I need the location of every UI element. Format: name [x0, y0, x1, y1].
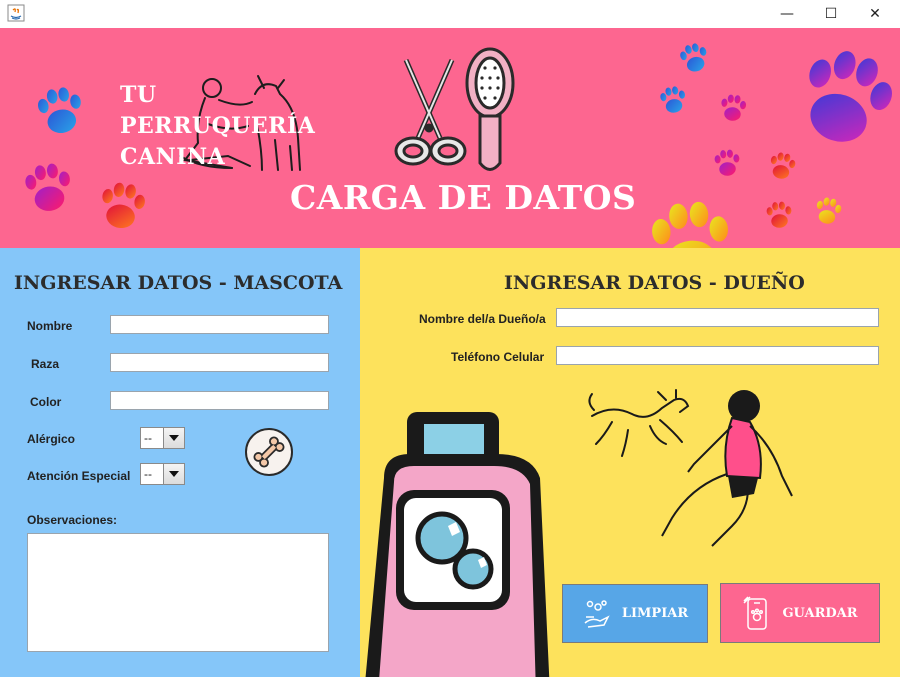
color-label: Color — [30, 395, 62, 409]
color-input[interactable] — [110, 391, 329, 410]
header-banner: TU PERRUQUERÍA CANINA CARGA DE DATOS — [0, 28, 900, 248]
phone-input[interactable] — [556, 346, 879, 365]
raza-input[interactable] — [110, 353, 329, 372]
owner-name-label: Nombre del/a Dueño/a — [419, 312, 546, 326]
close-button[interactable]: ✕ — [852, 0, 898, 28]
pet-section-heading: INGRESAR DATOS - MASCOTA — [14, 272, 343, 294]
owner-name-input[interactable] — [556, 308, 879, 327]
bone-button[interactable] — [245, 428, 293, 476]
owner-section-heading: INGRESAR DATOS - DUEÑO — [504, 272, 805, 294]
shampoo-bottle-illustration — [365, 412, 550, 677]
observaciones-label: Observaciones: — [27, 513, 118, 527]
nombre-label: Nombre — [27, 319, 73, 333]
brand-name: TU PERRUQUERÍA CANINA — [120, 80, 315, 173]
alergico-label: Alérgico — [27, 432, 76, 446]
bone-icon — [253, 436, 285, 468]
save-button-label: GUARDAR — [782, 605, 858, 621]
alergico-select[interactable]: -- — [140, 427, 185, 449]
phone-paw-icon — [743, 596, 768, 630]
observaciones-textarea[interactable] — [27, 533, 329, 652]
brush-icon — [465, 47, 515, 171]
clear-button[interactable]: LIMPIAR — [562, 584, 708, 643]
page-title: CARGA DE DATOS — [290, 178, 637, 217]
maximize-button[interactable]: ☐ — [808, 0, 854, 28]
scissors-icon — [394, 59, 467, 166]
save-button[interactable]: GUARDAR — [720, 583, 880, 643]
minimize-button[interactable]: — — [764, 0, 810, 28]
girl-with-dog-illustration — [588, 389, 793, 547]
brand-line-3: CANINA — [120, 144, 226, 170]
owner-data-panel: INGRESAR DATOS - DUEÑO Nombre del/a Dueñ… — [360, 248, 900, 677]
clear-button-label: LIMPIAR — [621, 606, 689, 621]
cleaning-hand-icon — [584, 599, 610, 628]
pet-data-panel: INGRESAR DATOS - MASCOTA Nombre Raza Col… — [0, 248, 360, 677]
chevron-down-icon[interactable] — [163, 464, 184, 484]
atencion-especial-label: Atención Especial — [27, 469, 131, 483]
atencion-especial-select[interactable]: -- — [140, 463, 185, 485]
phone-label: Teléfono Celular — [451, 350, 545, 364]
chevron-down-icon[interactable] — [163, 428, 184, 448]
atencion-especial-selected-value: -- — [144, 467, 152, 481]
alergico-selected-value: -- — [144, 431, 152, 445]
brand-line-1: TU — [120, 82, 157, 108]
raza-label: Raza — [31, 357, 60, 371]
app-window: — ☐ ✕ TU PERRUQUERÍA CANINA CARGA DE DAT… — [0, 0, 900, 677]
nombre-input[interactable] — [110, 315, 329, 334]
java-app-icon — [7, 4, 25, 22]
brand-line-2: PERRUQUERÍA — [120, 113, 316, 139]
title-bar: — ☐ ✕ — [0, 0, 900, 28]
